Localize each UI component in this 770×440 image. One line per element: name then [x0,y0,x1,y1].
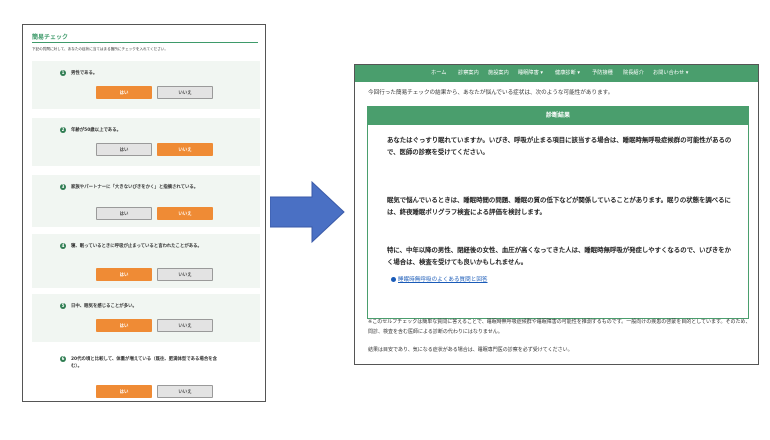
question-number: 5 [60,303,66,309]
question-number: 4 [60,243,66,249]
nav-bar: ホーム 診察案内 施設案内 睡眠障害 ▾ 健康診断 ▾ 予防接種 院長紹介 お問… [355,65,758,82]
result-intro: 今回行った簡易チェックの結果から、あなたが悩んでいる症状は、次のような可能性があ… [368,90,614,96]
yes-button[interactable]: はい [96,143,152,156]
result-paragraph-3: 特に、中年以降の男性、閉経後の女性、血圧が高くなってきた人は、睡眠時無呼吸が発症… [387,246,732,266]
yes-button[interactable]: はい [96,86,152,99]
question-3: 3 家族やパートナーに「大きないびきをかく」と指摘されている。 はい いいえ [32,175,260,227]
result-paragraph-1: あなたはぐっすり眠れていますか。いびき、呼吸が止まる項目に該当する場合は、睡眠時… [387,136,732,156]
faq-link[interactable]: 睡眠時無呼吸のよくある質問と回答 [398,275,488,283]
yes-button[interactable]: はい [96,319,152,332]
question-text: 寝、眠っているときに呼吸が止まっていると言われたことがある。 [71,244,202,249]
question-4: 4 寝、眠っているときに呼吸が止まっていると言われたことがある。 はい いいえ [32,234,260,288]
result-box: 診断結果 あなたはぐっすり眠れていますか。いびき、呼吸が止まる項目に該当する場合… [367,106,749,319]
no-button[interactable]: いいえ [157,143,213,156]
question-text: 家族やパートナーに「大きないびきをかく」と指摘されている。 [71,185,199,190]
no-button[interactable]: いいえ [157,385,213,398]
no-button[interactable]: いいえ [157,86,213,99]
question-number: 6 [60,356,66,362]
question-number: 3 [60,184,66,190]
nav-item-contact[interactable]: お問い合わせ ▾ [653,65,688,82]
nav-item-consultation[interactable]: 診察案内 [458,65,479,82]
question-text: 20代の頃と比較して、体重が増えている（既往、肥満体型である場合を含む）。 [71,357,217,369]
no-button[interactable]: いいえ [157,319,213,332]
question-6: 6 20代の頃と比較して、体重が増えている（既往、肥満体型である場合を含む）。 … [32,347,260,401]
nav-item-facility[interactable]: 施設案内 [488,65,509,82]
yes-button[interactable]: はい [96,207,152,220]
question-5: 5 日中、眠気を感じることが多い。 はい いいえ [32,294,260,342]
question-2: 2 年齢が50歳以上である。 はい いいえ [32,118,260,166]
yes-button[interactable]: はい [96,385,152,398]
disclaimer-note: ※このセルフチェックは簡単な質問に答えることで、睡眠時無呼吸症候群や睡眠障害の可… [368,319,751,335]
question-1: 1 男性である。 はい いいえ [32,61,260,109]
nav-item-vaccination[interactable]: 予防接種 [592,65,613,82]
question-number: 2 [60,127,66,133]
result-page-panel: ホーム 診察案内 施設案内 睡眠障害 ▾ 健康診断 ▾ 予防接種 院長紹介 お問… [354,64,759,365]
nav-item-sleep-disorders[interactable]: 睡眠障害 ▾ [518,65,543,82]
result-notice: 結果は目安であり、気になる症状がある場合は、睡眠専門医の診察を必ず受けてください… [368,347,573,353]
nav-item-director[interactable]: 院長紹介 [623,65,644,82]
yes-button[interactable]: はい [96,268,152,281]
right-arrow-icon [270,180,345,244]
result-title: 診断結果 [368,107,748,125]
self-check-intro: 下記の質問に対して、あなたの症状に当てはまる箇所にチェックを入れてください。 [32,47,168,51]
self-check-panel: 簡易チェック 下記の質問に対して、あなたの症状に当てはまる箇所にチェックを入れて… [22,24,266,402]
question-text: 年齢が50歳以上である。 [71,128,121,133]
question-text: 男性である。 [71,71,98,76]
no-button[interactable]: いいえ [157,268,213,281]
question-text: 日中、眠気を感じることが多い。 [71,304,137,309]
result-paragraph-2: 眠気で悩んでいるときは、睡眠時間の問題、睡眠の質の低下などが関係していることがあ… [387,196,731,216]
bullet-icon [391,277,396,282]
self-check-title: 簡易チェック [32,32,258,43]
no-button[interactable]: いいえ [157,207,213,220]
nav-item-home[interactable]: ホーム [431,65,446,82]
question-number: 1 [60,70,66,76]
nav-item-health-checkup[interactable]: 健康診断 ▾ [555,65,580,82]
